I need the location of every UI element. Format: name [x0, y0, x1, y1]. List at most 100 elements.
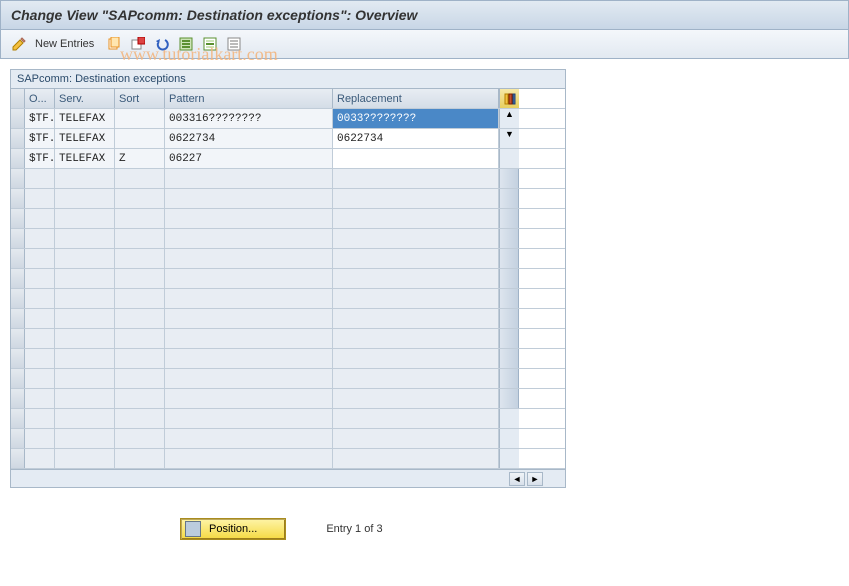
col-header-serv[interactable]: Serv. [55, 89, 115, 108]
table-cell[interactable] [115, 389, 165, 408]
table-cell[interactable]: 003316???????? [165, 109, 333, 128]
table-cell[interactable] [333, 189, 499, 208]
table-cell[interactable] [333, 229, 499, 248]
row-selector[interactable] [11, 389, 25, 408]
table-cell[interactable] [25, 369, 55, 388]
table-cell[interactable] [25, 349, 55, 368]
row-selector[interactable] [11, 409, 25, 428]
table-cell[interactable] [25, 389, 55, 408]
select-all-icon[interactable] [176, 34, 196, 54]
table-cell[interactable] [55, 269, 115, 288]
table-cell[interactable] [333, 429, 499, 448]
table-cell[interactable] [165, 229, 333, 248]
table-cell[interactable] [333, 369, 499, 388]
table-cell[interactable] [115, 449, 165, 468]
row-selector[interactable] [11, 149, 25, 168]
table-cell[interactable] [55, 409, 115, 428]
table-cell[interactable] [165, 389, 333, 408]
table-cell[interactable] [333, 269, 499, 288]
table-cell[interactable] [115, 289, 165, 308]
table-cell[interactable] [333, 289, 499, 308]
row-selector[interactable] [11, 169, 25, 188]
table-cell[interactable] [115, 309, 165, 328]
table-cell[interactable] [333, 409, 499, 428]
table-cell[interactable] [333, 169, 499, 188]
table-cell[interactable] [165, 169, 333, 188]
table-cell[interactable]: Z [115, 149, 165, 168]
configure-columns-icon[interactable] [499, 89, 519, 108]
table-cell[interactable] [165, 329, 333, 348]
table-cell[interactable]: 0033???????? [333, 109, 499, 128]
table-cell[interactable]: TELEFAX [55, 109, 115, 128]
table-cell[interactable] [55, 249, 115, 268]
table-cell[interactable] [25, 249, 55, 268]
table-cell[interactable] [25, 209, 55, 228]
table-cell[interactable] [165, 349, 333, 368]
select-block-icon[interactable] [200, 34, 220, 54]
table-cell[interactable]: TELEFAX [55, 129, 115, 148]
table-cell[interactable] [55, 449, 115, 468]
table-cell[interactable] [165, 309, 333, 328]
delete-icon[interactable] [128, 34, 148, 54]
row-selector[interactable] [11, 349, 25, 368]
table-cell[interactable] [333, 389, 499, 408]
table-cell[interactable]: 0622734 [333, 129, 499, 148]
table-cell[interactable] [115, 429, 165, 448]
table-cell[interactable] [165, 369, 333, 388]
table-cell[interactable] [115, 169, 165, 188]
table-cell[interactable] [25, 229, 55, 248]
table-cell[interactable] [165, 429, 333, 448]
table-cell[interactable]: 06227 [165, 149, 333, 168]
col-header-pattern[interactable]: Pattern [165, 89, 333, 108]
row-selector[interactable] [11, 429, 25, 448]
position-button[interactable]: Position... [180, 518, 286, 540]
table-cell[interactable] [333, 329, 499, 348]
table-cell[interactable] [115, 249, 165, 268]
table-cell[interactable] [333, 209, 499, 228]
row-selector[interactable] [11, 109, 25, 128]
copy-icon[interactable] [104, 34, 124, 54]
table-cell[interactable] [55, 309, 115, 328]
table-cell[interactable] [165, 409, 333, 428]
scroll-up-icon[interactable]: ▲ [499, 109, 519, 128]
table-cell[interactable]: $TF... [25, 129, 55, 148]
select-all-handle[interactable] [11, 89, 25, 108]
row-selector[interactable] [11, 209, 25, 228]
row-selector[interactable] [11, 189, 25, 208]
scroll-down-icon[interactable]: ▼ [499, 129, 519, 148]
table-cell[interactable] [333, 309, 499, 328]
row-selector[interactable] [11, 449, 25, 468]
table-cell[interactable] [25, 409, 55, 428]
table-cell[interactable] [55, 329, 115, 348]
table-cell[interactable] [165, 189, 333, 208]
row-selector[interactable] [11, 289, 25, 308]
row-selector[interactable] [11, 329, 25, 348]
row-selector[interactable] [11, 369, 25, 388]
table-cell[interactable] [55, 349, 115, 368]
table-cell[interactable] [115, 349, 165, 368]
table-cell[interactable] [333, 349, 499, 368]
table-cell[interactable] [55, 169, 115, 188]
table-cell[interactable] [25, 429, 55, 448]
table-cell[interactable] [25, 329, 55, 348]
table-cell[interactable] [333, 249, 499, 268]
table-cell[interactable]: 0622734 [165, 129, 333, 148]
table-cell[interactable] [165, 269, 333, 288]
scroll-right-icon[interactable]: ► [527, 472, 543, 486]
table-cell[interactable] [55, 389, 115, 408]
table-cell[interactable] [115, 329, 165, 348]
row-selector[interactable] [11, 249, 25, 268]
table-cell[interactable] [25, 289, 55, 308]
table-cell[interactable] [165, 209, 333, 228]
table-cell[interactable] [115, 189, 165, 208]
table-cell[interactable] [333, 449, 499, 468]
table-cell[interactable]: TELEFAX [55, 149, 115, 168]
table-cell[interactable]: $TF... [25, 109, 55, 128]
table-cell[interactable] [115, 229, 165, 248]
new-entries-button[interactable]: New Entries [33, 38, 100, 50]
table-cell[interactable] [115, 109, 165, 128]
table-cell[interactable] [25, 309, 55, 328]
table-cell[interactable] [25, 189, 55, 208]
row-selector[interactable] [11, 309, 25, 328]
table-cell[interactable] [115, 369, 165, 388]
